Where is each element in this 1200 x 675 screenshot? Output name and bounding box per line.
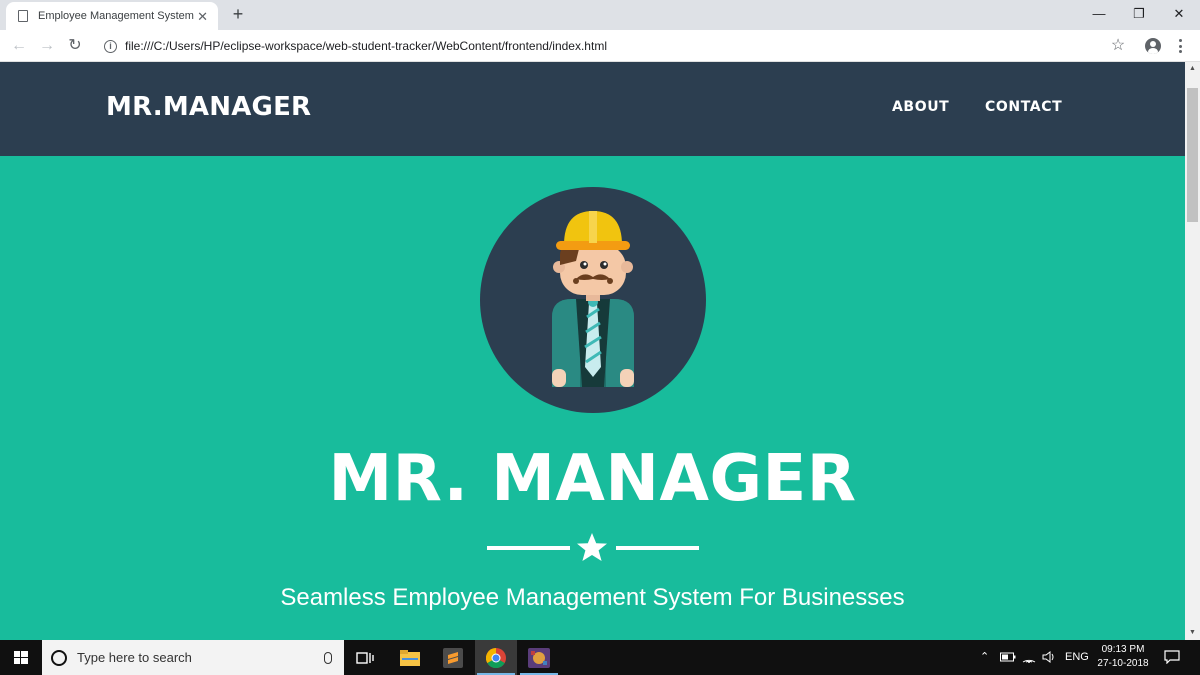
reload-icon[interactable]: ↻ [65,36,85,56]
wifi-icon[interactable] [1022,640,1036,675]
url-text: file:///C:/Users/HP/eclipse-workspace/we… [125,39,607,53]
chrome-icon[interactable] [475,640,517,675]
scroll-up-icon[interactable]: ▲ [1185,62,1200,76]
tab-close-icon[interactable]: ✕ [197,10,208,23]
browser-tabstrip: Employee Management System ✕ + — ❐ ✕ [0,0,1200,30]
game-app-icon[interactable] [518,640,560,675]
new-tab-button[interactable]: + [229,5,247,23]
tray-chevron-icon[interactable]: ⌃ [980,640,989,675]
browser-toolbar: ← → ↻ i file:///C:/Users/HP/eclipse-work… [0,30,1200,62]
restore-button[interactable]: ❐ [1119,0,1159,28]
windows-start-icon[interactable] [0,640,42,675]
address-bar[interactable]: i file:///C:/Users/HP/eclipse-workspace/… [96,34,1136,58]
search-placeholder: Type here to search [77,650,192,665]
back-arrow-icon[interactable]: ← [9,36,29,56]
bookmark-star-icon[interactable]: ☆ [1108,36,1128,56]
info-icon[interactable]: i [104,39,117,53]
cortana-icon [51,649,67,666]
clock-time: 09:13 PM [1101,644,1145,655]
nav-contact-link[interactable]: CONTACT [985,99,1062,115]
divider-line-left [487,546,570,550]
divider-line-right [616,546,699,550]
site-navbar: MR.MANAGER ABOUT CONTACT [0,62,1185,156]
browser-tab[interactable]: Employee Management System ✕ [6,2,218,30]
close-window-button[interactable]: ✕ [1159,0,1199,28]
scrollbar-thumb[interactable] [1187,88,1198,222]
star-icon [577,533,607,561]
page-viewport: MR.MANAGER ABOUT CONTACT MR. MANAGER Sea… [0,62,1185,640]
page-scrollbar[interactable]: ▲ ▼ [1185,62,1200,640]
hero-title: MR. MANAGER [328,442,857,516]
forward-arrow-icon[interactable]: → [37,36,57,56]
hero-tagline: Seamless Employee Management System For … [280,584,905,611]
manager-avatar [480,187,706,413]
battery-icon[interactable] [1000,640,1016,675]
microphone-icon[interactable] [324,651,332,664]
taskbar-search-box[interactable]: Type here to search [42,640,344,675]
browser-menu-icon[interactable] [1172,38,1188,54]
minimize-button[interactable]: — [1079,0,1119,28]
clock-date: 27-10-2018 [1097,658,1149,669]
page-icon [18,10,28,22]
language-indicator[interactable]: ENG [1065,640,1089,675]
account-icon[interactable] [1145,38,1161,54]
notification-icon[interactable] [1164,640,1180,675]
scroll-down-icon[interactable]: ▼ [1185,626,1200,640]
file-explorer-icon[interactable] [389,640,431,675]
site-brand[interactable]: MR.MANAGER [106,92,311,122]
star-divider [487,532,699,562]
sublime-text-icon[interactable] [432,640,474,675]
windows-taskbar: Type here to search ⌃ ENG 09:13 PM 27-10… [0,640,1200,675]
taskbar-clock[interactable]: 09:13 PM 27-10-2018 [1090,643,1156,671]
task-view-icon[interactable] [344,640,386,675]
volume-icon[interactable] [1042,640,1056,675]
tab-title: Employee Management System [38,10,194,22]
nav-about-link[interactable]: ABOUT [892,99,949,115]
